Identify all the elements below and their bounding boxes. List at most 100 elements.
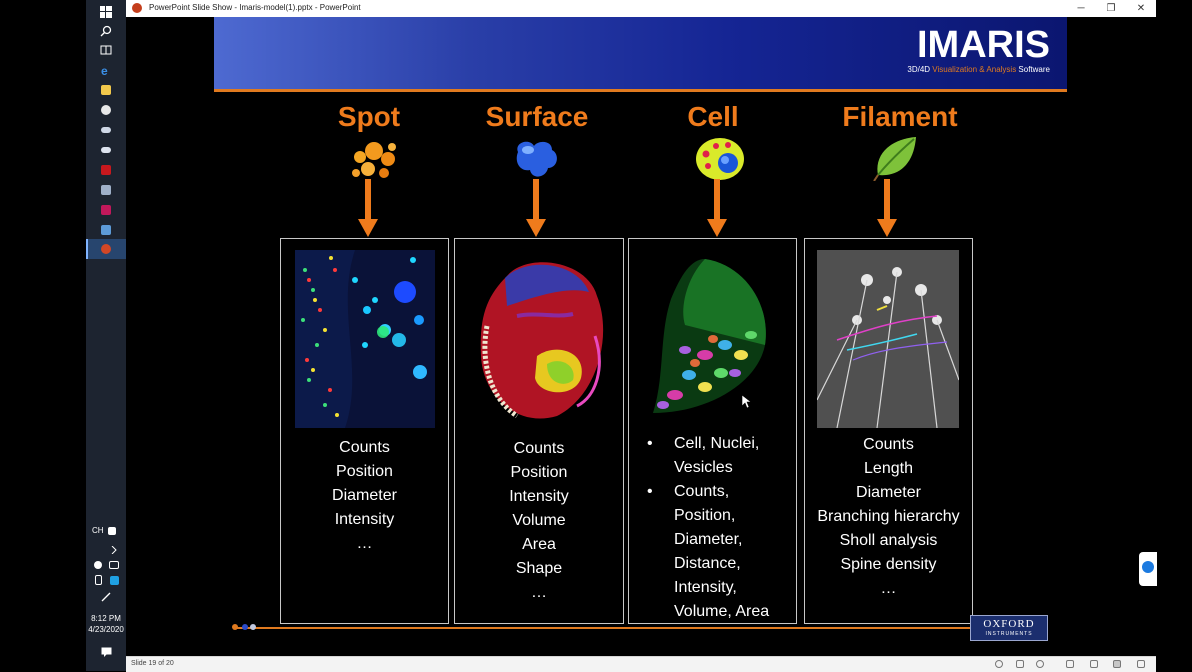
arrow-down-icon bbox=[526, 179, 546, 237]
surface-property: Counts bbox=[513, 440, 565, 457]
header-banner: IMARIS 3D/4D Visualization & Analysis So… bbox=[214, 17, 1067, 89]
timeline-dot bbox=[242, 624, 248, 630]
surface-embryo-image bbox=[480, 262, 604, 419]
search-icon[interactable] bbox=[86, 21, 126, 41]
arrow-down-icon bbox=[877, 179, 897, 237]
cell-property: Cell, Nuclei, bbox=[674, 435, 760, 452]
spot-properties: Counts Position Diameter Intensity … bbox=[281, 436, 448, 556]
mouse-cursor-icon bbox=[742, 395, 751, 409]
app-cloud-icon[interactable] bbox=[86, 120, 126, 140]
normal-view-icon[interactable] bbox=[1066, 660, 1074, 668]
filament-property: Diameter bbox=[856, 484, 921, 501]
app-red-square-icon[interactable] bbox=[86, 200, 126, 220]
cell-property: Distance, bbox=[674, 555, 741, 572]
restore-button[interactable]: ❐ bbox=[1098, 1, 1124, 16]
spot-property: Counts bbox=[339, 439, 390, 456]
cell-bullet: Cell, Nuclei, Vesicles bbox=[647, 432, 769, 480]
arrow-down-icon bbox=[358, 179, 378, 237]
surface-property: Position bbox=[510, 464, 568, 481]
previous-slide-icon[interactable] bbox=[995, 660, 1003, 668]
clock-time[interactable]: 8:12 PM bbox=[86, 614, 126, 624]
action-center-icon[interactable] bbox=[86, 642, 126, 662]
cell-panel: Cell, Nuclei, Vesicles Counts, Position,… bbox=[628, 238, 797, 624]
filezilla-icon[interactable] bbox=[86, 160, 126, 180]
filament-property: Counts bbox=[863, 436, 914, 453]
slide-counter: Slide 19 of 20 bbox=[131, 660, 174, 667]
app-blue-window-icon[interactable] bbox=[86, 220, 126, 240]
slide-sorter-icon[interactable] bbox=[1090, 660, 1098, 668]
cell-properties: Cell, Nuclei, Vesicles Counts, Position,… bbox=[647, 432, 769, 624]
close-button[interactable]: ✕ bbox=[1128, 1, 1154, 16]
cell-property: Volume, Area bbox=[674, 603, 770, 620]
windows-taskbar: e CH 8:12 PM 4/23/2020 bbox=[86, 0, 126, 671]
surface-property: Intensity bbox=[509, 488, 569, 505]
oxford-instruments-logo: OXFORD INSTRUMENTS bbox=[970, 615, 1048, 641]
filament-properties: Counts Length Diameter Branching hierarc… bbox=[805, 433, 972, 601]
powerpoint-icon bbox=[132, 3, 142, 13]
cell-property: Intensity, bbox=[674, 579, 737, 596]
cell-icon bbox=[696, 138, 744, 180]
filament-property: Spine density bbox=[840, 556, 937, 573]
app-cloud-2-icon[interactable] bbox=[86, 140, 126, 160]
app-folder-icon[interactable] bbox=[86, 180, 126, 200]
filament-panel: Counts Length Diameter Branching hierarc… bbox=[804, 238, 973, 624]
column-title-surface: Surface bbox=[485, 101, 589, 132]
powerpoint-taskbar-icon[interactable] bbox=[86, 239, 126, 259]
column-title-cell: Cell bbox=[687, 101, 739, 132]
task-view-icon[interactable] bbox=[86, 40, 126, 60]
next-slide-icon[interactable] bbox=[1036, 660, 1044, 668]
spot-property: … bbox=[356, 535, 373, 552]
oxford-logo-line1: OXFORD bbox=[983, 618, 1035, 630]
cell-property: Position, bbox=[674, 507, 736, 524]
spot-microscopy-image bbox=[295, 250, 435, 428]
filament-property: Sholl analysis bbox=[839, 532, 938, 549]
imaris-logo-text: IMARIS bbox=[917, 24, 1050, 66]
teamviewer-icon[interactable] bbox=[1139, 552, 1157, 586]
spot-property: Intensity bbox=[334, 511, 395, 528]
footer-line bbox=[234, 627, 972, 629]
spot-panel: Counts Position Diameter Intensity … bbox=[280, 238, 449, 624]
edge-icon[interactable]: e bbox=[86, 60, 126, 80]
column-title-filament: Filament bbox=[842, 101, 958, 132]
windows-start-icon[interactable] bbox=[86, 2, 126, 22]
svg-text:e: e bbox=[101, 64, 108, 76]
surface-icon bbox=[516, 141, 557, 177]
arrow-down-icon bbox=[707, 179, 727, 237]
spot-property: Diameter bbox=[332, 487, 397, 504]
filament-property: … bbox=[880, 580, 897, 597]
window-titlebar: PowerPoint Slide Show - Imaris-model(1).… bbox=[126, 0, 1156, 18]
file-explorer-icon[interactable] bbox=[86, 80, 126, 100]
minimize-button[interactable]: ─ bbox=[1068, 1, 1094, 16]
surface-panel: Counts Position Intensity Volume Area Sh… bbox=[454, 238, 624, 624]
surface-property: … bbox=[531, 584, 547, 601]
banner-divider bbox=[214, 89, 1067, 92]
clock-date[interactable]: 4/23/2020 bbox=[86, 625, 126, 635]
cell-property: Diameter, bbox=[674, 531, 743, 548]
surface-properties: Counts Position Intensity Volume Area Sh… bbox=[455, 437, 623, 605]
cell-property: Counts, bbox=[674, 483, 730, 500]
imaris-tagline: 3D/4D Visualization & Analysis Software bbox=[907, 65, 1050, 74]
filament-leaf-icon bbox=[873, 137, 916, 181]
oxford-logo-line2: INSTRUMENTS bbox=[985, 631, 1033, 637]
spot-property: Position bbox=[336, 463, 393, 480]
statusbar: Slide 19 of 20 bbox=[126, 656, 1156, 672]
imaris-logo: IMARIS 3D/4D Visualization & Analysis So… bbox=[907, 25, 1050, 75]
filament-property: Length bbox=[864, 460, 913, 477]
pen-icon[interactable] bbox=[86, 587, 126, 607]
pause-icon[interactable] bbox=[1016, 660, 1024, 668]
app-red-circle-icon[interactable] bbox=[86, 100, 126, 120]
surface-property: Shape bbox=[515, 560, 563, 577]
cell-segmentation-image bbox=[653, 259, 766, 413]
slideshow-icon[interactable] bbox=[1137, 660, 1145, 668]
slide-canvas[interactable]: IMARIS 3D/4D Visualization & Analysis So… bbox=[126, 17, 1156, 656]
ime-grid-icon[interactable] bbox=[102, 521, 122, 541]
surface-property: Volume bbox=[512, 512, 566, 529]
timeline-dot bbox=[232, 624, 238, 630]
filament-property: Branching hierarchy bbox=[817, 508, 960, 525]
spot-icon bbox=[352, 142, 396, 178]
cell-bullet: Counts, Position, Diameter, Distance, In… bbox=[647, 480, 769, 624]
reading-view-icon[interactable] bbox=[1113, 660, 1121, 668]
cell-property: Vesicles bbox=[674, 459, 733, 476]
surface-property: Area bbox=[522, 536, 556, 553]
filament-neuron-image bbox=[817, 250, 959, 428]
